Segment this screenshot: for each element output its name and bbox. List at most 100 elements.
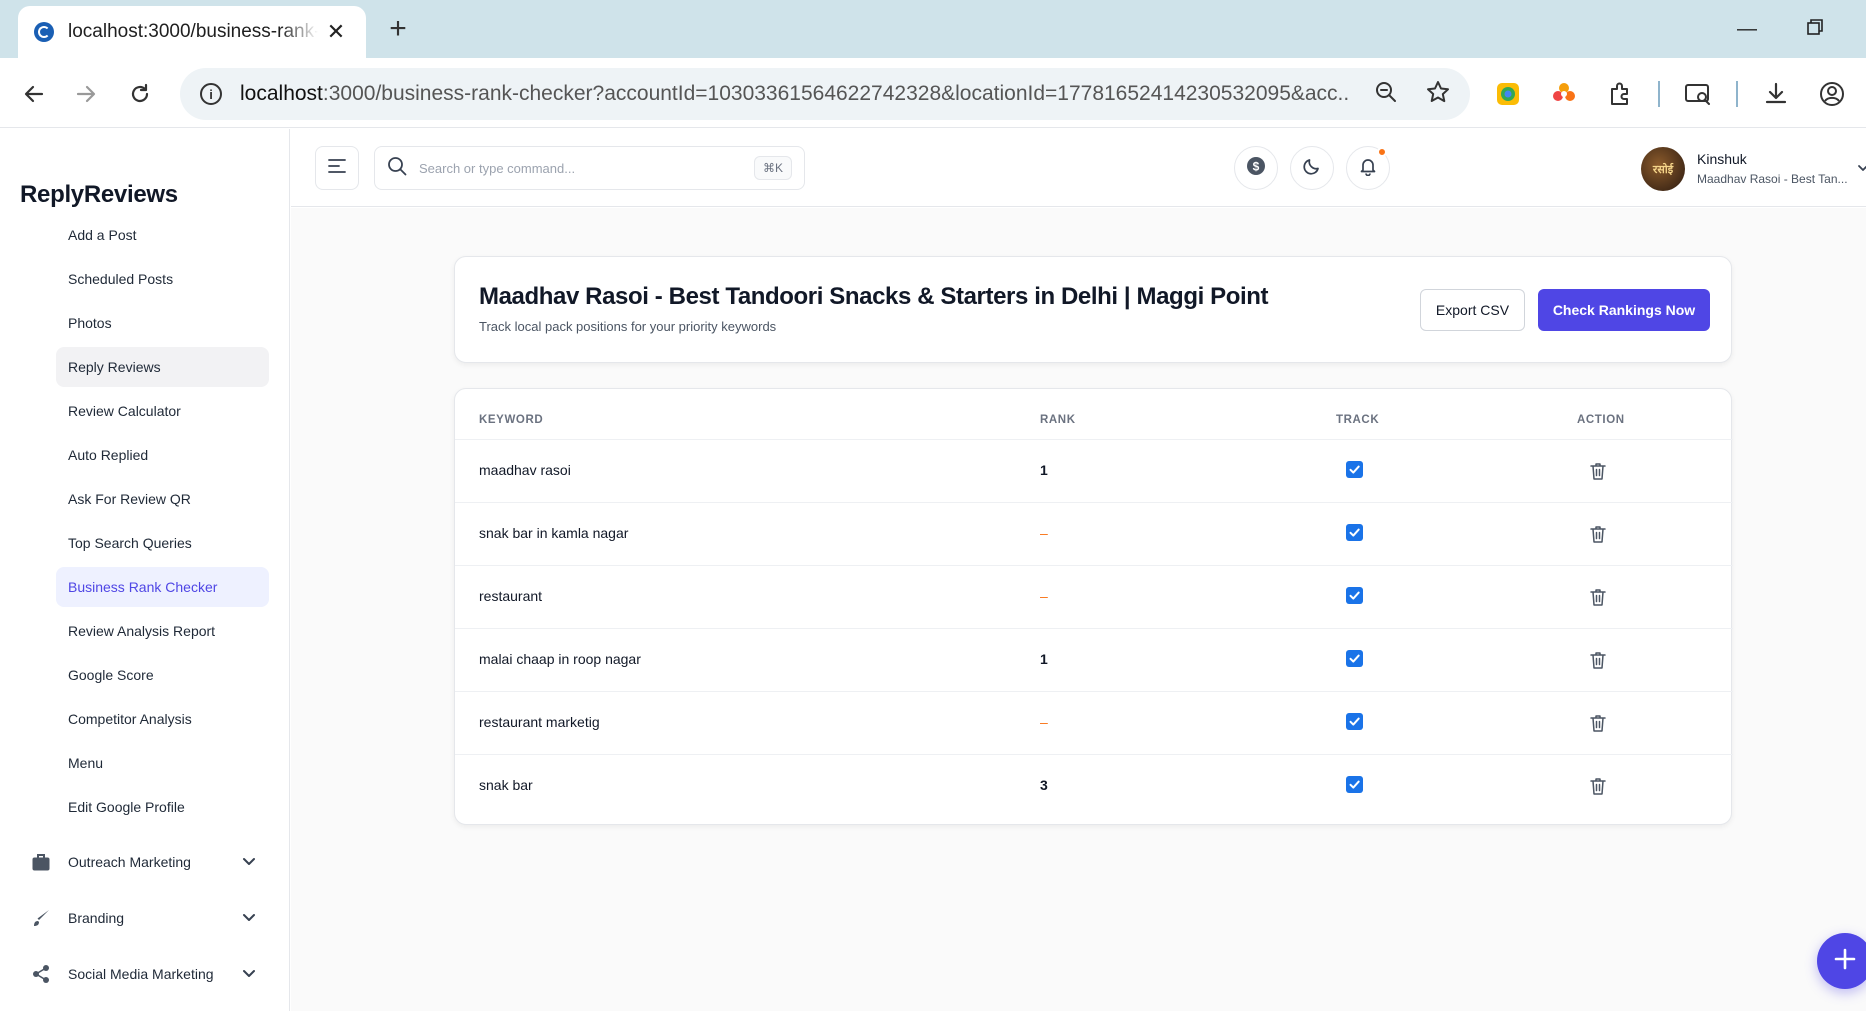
trash-icon xyxy=(1590,463,1606,480)
sidebar: ReplyReviews Add a Post Scheduled Posts … xyxy=(0,129,290,1011)
keywords-table: KEYWORD RANK TRACK ACTION maadhav rasoi … xyxy=(454,388,1733,825)
delete-button[interactable] xyxy=(1589,524,1607,544)
shortcut-hint: ⌘K xyxy=(753,156,792,180)
close-tab-icon[interactable]: ✕ xyxy=(322,18,350,46)
delete-button[interactable] xyxy=(1589,650,1607,670)
trash-icon xyxy=(1590,715,1606,732)
trash-icon xyxy=(1590,526,1606,543)
rank-cell: 1 xyxy=(1040,462,1048,478)
chevron-down-icon xyxy=(240,964,258,985)
menu-toggle-button[interactable] xyxy=(315,146,359,190)
brand-logo[interactable]: ReplyReviews xyxy=(20,181,178,209)
credits-button[interactable]: $ xyxy=(1234,146,1278,190)
sidebar-item-top-search-queries[interactable]: Top Search Queries xyxy=(56,523,269,563)
rank-cell: – xyxy=(1040,588,1048,604)
download-icon[interactable] xyxy=(1758,76,1794,112)
page-title: Maadhav Rasoi - Best Tandoori Snacks & S… xyxy=(479,283,1269,310)
zoom-icon[interactable] xyxy=(1374,80,1398,109)
rank-cell: – xyxy=(1040,525,1048,541)
table-row: snak bar in kamla nagar – xyxy=(455,502,1733,565)
rank-cell: – xyxy=(1040,714,1048,730)
sidebar-item-review-calculator[interactable]: Review Calculator xyxy=(56,391,269,431)
restore-icon[interactable] xyxy=(1795,14,1835,44)
keyword-cell: restaurant marketig xyxy=(479,714,600,730)
notifications-button[interactable] xyxy=(1346,146,1390,190)
user-name[interactable]: Kinshuk xyxy=(1697,151,1747,167)
browser-tab[interactable]: localhost:3000/business-rank-checker ✕ xyxy=(18,6,366,58)
export-csv-button[interactable]: Export CSV xyxy=(1420,289,1525,331)
column-header-track: TRACK xyxy=(1336,414,1380,426)
rank-cell: 3 xyxy=(1040,777,1048,793)
search-input[interactable] xyxy=(419,160,739,176)
table-row: restaurant – xyxy=(455,565,1733,628)
check-rankings-button[interactable]: Check Rankings Now xyxy=(1538,289,1710,331)
site-info-icon[interactable]: i xyxy=(200,83,222,105)
keyword-cell: malai chaap in roop nagar xyxy=(479,651,641,667)
sidebar-item-competitor-analysis[interactable]: Competitor Analysis xyxy=(56,699,269,739)
extension-color-icon[interactable] xyxy=(1490,76,1526,112)
forward-icon[interactable] xyxy=(68,76,104,112)
chevron-down-icon[interactable] xyxy=(1856,161,1866,180)
track-checkbox[interactable] xyxy=(1346,587,1363,604)
profile-icon[interactable] xyxy=(1814,76,1850,112)
back-icon[interactable] xyxy=(16,76,52,112)
sidebar-item-ask-for-review-qr[interactable]: Ask For Review QR xyxy=(56,479,269,519)
search-icon xyxy=(387,156,407,181)
sidebar-item-scheduled-posts[interactable]: Scheduled Posts xyxy=(56,259,269,299)
track-checkbox[interactable] xyxy=(1346,713,1363,730)
moon-icon xyxy=(1302,156,1322,181)
chevron-down-icon xyxy=(240,852,258,873)
address-bar[interactable]: i localhost:3000/business-rank-checker?a… xyxy=(180,68,1470,120)
notification-dot xyxy=(1377,147,1387,157)
track-checkbox[interactable] xyxy=(1346,650,1363,667)
bell-icon xyxy=(1358,156,1378,181)
extensions-puzzle-icon[interactable] xyxy=(1602,76,1638,112)
check-icon xyxy=(1349,780,1360,789)
sidebar-item-add-a-post[interactable]: Add a Post xyxy=(56,215,269,255)
add-fab-button[interactable] xyxy=(1817,933,1866,989)
sidebar-group-label: Social Media Marketing xyxy=(68,966,214,982)
sidebar-group-branding[interactable]: Branding xyxy=(30,898,270,938)
page-header-card: Maadhav Rasoi - Best Tandoori Snacks & S… xyxy=(454,256,1732,363)
delete-button[interactable] xyxy=(1589,587,1607,607)
track-checkbox[interactable] xyxy=(1346,524,1363,541)
tab-search-icon[interactable] xyxy=(1680,76,1716,112)
track-checkbox[interactable] xyxy=(1346,461,1363,478)
avatar[interactable]: रसोई xyxy=(1641,147,1685,191)
sidebar-item-google-score[interactable]: Google Score xyxy=(56,655,269,695)
check-icon xyxy=(1349,528,1360,537)
coin-icon: $ xyxy=(1246,156,1266,181)
delete-button[interactable] xyxy=(1589,776,1607,796)
keyword-cell: snak bar in kamla nagar xyxy=(479,525,629,541)
new-tab-button[interactable]: + xyxy=(382,14,414,46)
url-text: localhost:3000/business-rank-checker?acc… xyxy=(240,82,1350,105)
reload-icon[interactable] xyxy=(122,76,158,112)
dark-mode-button[interactable] xyxy=(1290,146,1334,190)
bookmark-star-icon[interactable] xyxy=(1426,80,1450,109)
sidebar-item-business-rank-checker[interactable]: Business Rank Checker xyxy=(56,567,269,607)
table-row: malai chaap in roop nagar 1 xyxy=(455,628,1733,691)
favicon-icon xyxy=(34,22,54,42)
sidebar-group-outreach-marketing[interactable]: Outreach Marketing xyxy=(30,842,270,882)
sidebar-item-reply-reviews[interactable]: Reply Reviews xyxy=(56,347,269,387)
delete-button[interactable] xyxy=(1589,461,1607,481)
sidebar-item-review-analysis-report[interactable]: Review Analysis Report xyxy=(56,611,269,651)
column-header-rank: RANK xyxy=(1040,414,1076,426)
track-checkbox[interactable] xyxy=(1346,776,1363,793)
delete-button[interactable] xyxy=(1589,713,1607,733)
app-header: ⌘K $ रसोई Kinshuk Maadhav Rasoi - Best T… xyxy=(291,129,1866,207)
sidebar-item-edit-google-profile[interactable]: Edit Google Profile xyxy=(56,787,269,827)
sidebar-group-social-media-marketing[interactable]: Social Media Marketing xyxy=(30,954,270,994)
table-row: maadhav rasoi 1 xyxy=(455,439,1733,502)
keyword-cell: restaurant xyxy=(479,588,543,604)
column-header-keyword: KEYWORD xyxy=(479,414,544,426)
minimize-icon[interactable]: — xyxy=(1727,14,1767,44)
sidebar-group-label: Outreach Marketing xyxy=(68,854,191,870)
sidebar-group-label: Branding xyxy=(68,910,125,926)
extension-flower-icon[interactable] xyxy=(1546,76,1582,112)
search-bar[interactable]: ⌘K xyxy=(374,146,805,190)
sidebar-item-menu[interactable]: Menu xyxy=(56,743,269,783)
tab-title: localhost:3000/business-rank-checker xyxy=(68,21,318,42)
sidebar-item-photos[interactable]: Photos xyxy=(56,303,269,343)
sidebar-item-auto-replied[interactable]: Auto Replied xyxy=(56,435,269,475)
